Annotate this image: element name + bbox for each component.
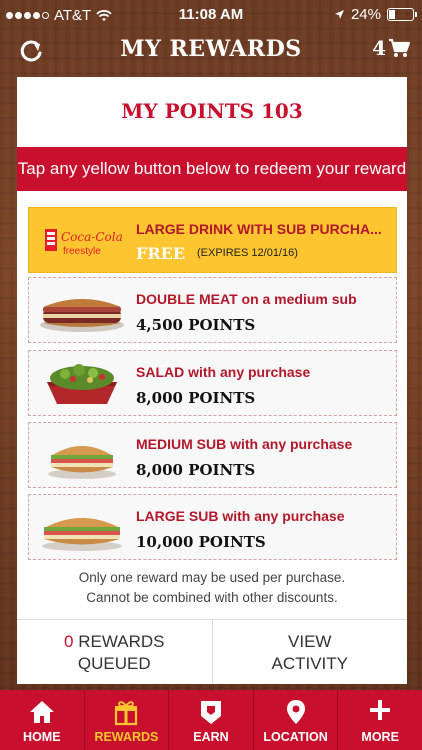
card-actions: 0 REWARDS QUEUED VIEW ACTIVITY: [17, 619, 407, 684]
redeem-instructions-banner: Tap any yellow button below to redeem yo…: [17, 147, 407, 191]
tab-label: EARN: [193, 730, 229, 744]
salad-icon: [47, 364, 117, 404]
rewards-queued-line-2: QUEUED: [77, 654, 151, 673]
reward-points: 4,500 POINTS: [136, 316, 256, 334]
cart-count: 4: [372, 36, 386, 60]
reward-title: LARGE DRINK WITH SUB PURCHA...: [136, 221, 382, 237]
tab-label: LOCATION: [263, 730, 328, 744]
queued-label: REWARDS: [78, 632, 165, 651]
tab-earn[interactable]: EARN: [168, 690, 253, 750]
battery-percent: 24%: [350, 6, 381, 23]
view-activity-line-2: ACTIVITY: [271, 654, 348, 673]
tab-rewards[interactable]: REWARDS: [83, 690, 169, 750]
reward-expiration: (EXPIRES 12/01/16): [197, 247, 298, 259]
reward-button-medium-sub[interactable]: MEDIUM SUB with any purchase 8,000 POINT…: [28, 422, 397, 488]
page-title: MY REWARDS: [120, 36, 302, 62]
tab-more[interactable]: MORE: [337, 690, 422, 750]
battery-icon: [387, 8, 417, 21]
reward-title: SALAD with any purchase: [136, 364, 311, 380]
reward-title: DOUBLE MEAT on a medium sub: [136, 291, 357, 307]
tab-bar: HOME REWARDS EARN LOCATION MORE: [0, 690, 422, 750]
location-pin-icon: [286, 700, 305, 724]
rewards-card: MY POINTS 103 Tap any yellow button belo…: [17, 77, 407, 684]
sub-sandwich-icon: [48, 446, 116, 479]
tab-home[interactable]: HOME: [0, 690, 84, 750]
reward-button-double-meat[interactable]: DOUBLE MEAT on a medium sub 4,500 POINTS: [28, 277, 397, 343]
cart-icon: [389, 38, 410, 57]
disclaimer-line-2: Cannot be combined with other discounts.: [86, 590, 338, 605]
tab-location[interactable]: LOCATION: [252, 690, 338, 750]
sub-sandwich-icon: [40, 299, 124, 332]
tab-label: MORE: [361, 730, 399, 744]
reward-title: MEDIUM SUB with any purchase: [136, 436, 353, 452]
nav-bar: MY REWARDS 4: [0, 30, 422, 70]
reward-points: 8,000 POINTS: [136, 461, 256, 479]
view-activity-button[interactable]: VIEW ACTIVITY: [211, 620, 408, 684]
reward-button-large-sub[interactable]: LARGE SUB with any purchase 10,000 POINT…: [28, 494, 397, 560]
queued-count: 0: [64, 632, 74, 651]
location-arrow-icon: [334, 10, 344, 19]
points-balance: MY POINTS 103: [121, 99, 303, 123]
cart-button[interactable]: 4: [372, 36, 410, 60]
reward-title: LARGE SUB with any purchase: [136, 508, 345, 524]
tab-label: HOME: [23, 730, 61, 744]
reward-button-large-drink[interactable]: Coca-Cola freestyle LARGE DRINK WITH SUB…: [28, 207, 397, 273]
rewards-queued-button[interactable]: 0 REWARDS QUEUED: [17, 620, 212, 684]
svg-text:Coca-Cola: Coca-Cola: [61, 230, 123, 244]
reward-button-salad[interactable]: SALAD with any purchase 8,000 POINTS: [28, 350, 397, 416]
coca-cola-freestyle-logo: Coca-Cola freestyle: [45, 229, 123, 257]
reward-points: 8,000 POINTS: [136, 389, 256, 407]
plus-icon: [370, 700, 391, 720]
reward-free-label: FREE: [136, 244, 186, 263]
disclaimer-line-1: Only one reward may be used per purchase…: [78, 570, 346, 585]
status-indicators: 24%: [334, 6, 417, 23]
sub-sandwich-icon: [42, 518, 122, 551]
rewards-queued-line-1: 0 REWARDS: [17, 631, 212, 653]
gift-icon: [115, 701, 138, 726]
badge-icon: [200, 701, 221, 724]
status-bar: AT&T 11:08 AM 24%: [0, 0, 422, 30]
disclaimer: Only one reward may be used per purchase…: [17, 568, 407, 608]
home-icon: [29, 701, 54, 723]
reward-points: 10,000 POINTS: [136, 533, 266, 551]
view-activity-line-1: VIEW: [288, 632, 332, 651]
svg-text:freestyle: freestyle: [63, 246, 101, 257]
tab-label: REWARDS: [94, 730, 159, 744]
